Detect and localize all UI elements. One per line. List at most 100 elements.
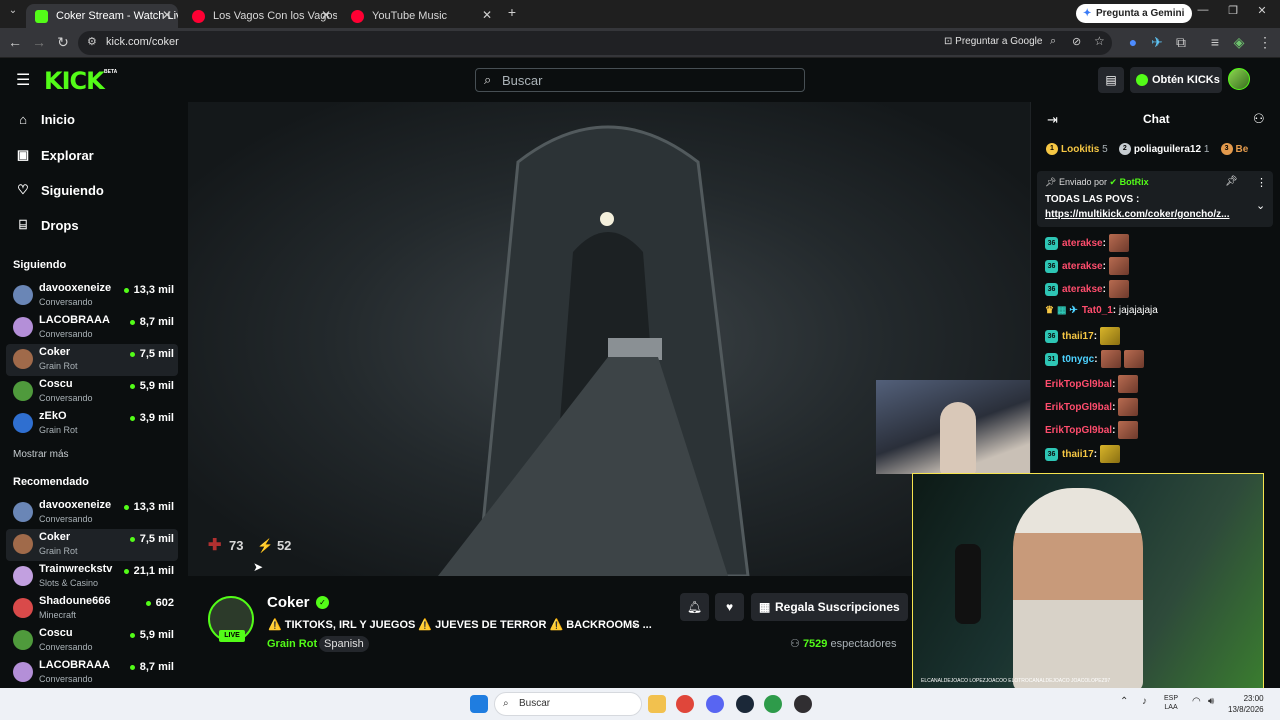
chat-users-icon[interactable]: ⚇ <box>1253 111 1265 127</box>
browser-menu-icon[interactable]: ⋮ <box>1256 34 1274 51</box>
chat-message[interactable]: ♛ ▦ ✈ Tat0_1: jajajajaja <box>1045 305 1158 316</box>
extension-icon[interactable]: ✈ <box>1148 34 1166 51</box>
tray-chevron-icon[interactable]: ⌃ <box>1120 696 1128 707</box>
search-input[interactable]: ⌕ Buscar <box>475 68 805 92</box>
close-window-icon[interactable]: ✕ <box>1253 4 1271 17</box>
leaderboard-entry[interactable]: 3 Be <box>1220 143 1248 155</box>
tab-youtube-music[interactable]: YouTube Music ✕ <box>342 4 498 28</box>
stream-category-link[interactable]: Grain Rot <box>267 638 317 650</box>
video-player[interactable] <box>188 102 1030 576</box>
sidebar-item-siguiendo[interactable]: ♡ Siguiendo <box>16 182 104 198</box>
chat-username[interactable]: ErikTopGl9bal <box>1045 425 1112 436</box>
close-tab-icon[interactable]: ✕ <box>162 8 172 22</box>
close-tab-icon[interactable]: ✕ <box>321 8 331 22</box>
follow-button[interactable]: ♥ <box>715 593 744 621</box>
recommended-channel-row[interactable]: Shadoune666 Minecraft 602 <box>6 593 178 625</box>
pinned-message[interactable]: 📌︎ Enviado por ✔ BotRix 📌︎ ⋮ TODAS LAS P… <box>1037 171 1273 227</box>
tab-los-vagos[interactable]: Los Vagos Con los Vagos (con L ✕ <box>183 4 337 28</box>
chat-message[interactable]: ErikTopGl9bal: <box>1045 375 1139 393</box>
forward-icon[interactable]: → <box>30 34 48 50</box>
following-channel-row[interactable]: LACOBRAAA Conversando 8,7 mil <box>6 312 178 344</box>
chat-username[interactable]: Tat0_1 <box>1082 305 1113 316</box>
steam-icon[interactable] <box>736 695 754 713</box>
leaderboard-entry[interactable]: 1 Lookitis 5 <box>1046 143 1110 155</box>
taskbar-search[interactable]: ⌕ Buscar <box>494 692 642 716</box>
leaderboard-entry[interactable]: 2 poliaguilera12 1 <box>1118 143 1212 155</box>
reload-icon[interactable]: ↻ <box>54 34 72 51</box>
address-bar[interactable]: ⚙ kick.com/coker ⊡ Preguntar a Google ⌕ … <box>78 31 1112 55</box>
discord-icon[interactable] <box>706 695 724 713</box>
sidebar-item-drops[interactable]: ⌸ Drops <box>16 217 78 233</box>
kick-logo[interactable]: KICK <box>44 67 105 95</box>
tab-coker[interactable]: Coker Stream - Watch Live on K ✕ <box>26 4 178 28</box>
chat-username[interactable]: ErikTopGl9bal <box>1045 402 1112 413</box>
chrome-icon[interactable] <box>676 695 694 713</box>
chat-message[interactable]: 36 thaii17: <box>1045 327 1121 345</box>
following-channel-row[interactable]: zEkO Grain Rot 3,9 mil <box>6 408 178 440</box>
chat-username[interactable]: thaii17 <box>1062 331 1094 342</box>
close-tab-icon[interactable]: ✕ <box>482 8 492 22</box>
chrome-active-icon[interactable] <box>764 695 782 713</box>
back-icon[interactable]: ← <box>6 34 24 50</box>
unpin-icon[interactable]: 📌︎ <box>1225 176 1238 187</box>
file-explorer-icon[interactable] <box>648 695 666 713</box>
new-tab-icon[interactable]: + <box>503 4 521 20</box>
extensions-puzzle-icon[interactable]: ⧉ <box>1172 34 1190 51</box>
streamer-name[interactable]: Coker <box>267 594 310 611</box>
clock[interactable]: 23:00 13/8/2026 <box>1228 693 1264 715</box>
recommended-channel-row[interactable]: LACOBRAAA Conversando 8,7 mil <box>6 657 178 689</box>
profile-shield-icon[interactable]: ◈ <box>1230 34 1248 51</box>
language-indicator[interactable]: ESP LAA <box>1164 694 1178 712</box>
tab-list-icon[interactable]: ⌄ <box>4 5 22 16</box>
chat-message[interactable]: 36 thaii17: <box>1045 445 1121 463</box>
pinned-link[interactable]: https://multikick.com/coker/goncho/z... <box>1045 209 1229 220</box>
bookmark-star-icon[interactable]: ☆ <box>1094 34 1105 48</box>
site-info-icon[interactable]: ⚙ <box>87 35 97 48</box>
url-text[interactable]: kick.com/coker <box>106 36 179 48</box>
following-channel-row-selected[interactable]: Coker Grain Rot 7,5 mil <box>6 344 178 376</box>
recommended-channel-row-selected[interactable]: Coker Grain Rot 7,5 mil <box>6 529 178 561</box>
recommended-channel-row[interactable]: Trainwreckstv Slots & Casino 21,1 mil <box>6 561 178 593</box>
following-channel-row[interactable]: Coscu Conversando 5,9 mil <box>6 376 178 408</box>
show-more-link[interactable]: Mostrar más <box>13 449 69 460</box>
collapse-chat-icon[interactable]: ⇥ <box>1047 112 1058 128</box>
gemini-button[interactable]: ✦ Pregunta a Gemini <box>1076 4 1193 23</box>
sidebar-item-explorar[interactable]: ▣ Explorar <box>16 147 94 163</box>
following-channel-row[interactable]: davooxeneize Conversando 13,3 mil <box>6 280 178 312</box>
notifications-button[interactable]: 🔔︎ <box>680 593 709 621</box>
gift-subscriptions-button[interactable]: ▦ Regala Suscripciones <box>751 593 908 621</box>
get-kicks-button[interactable]: Obtén KICKs <box>1130 67 1222 93</box>
chat-message[interactable]: 36 aterakse: <box>1045 280 1129 298</box>
pinned-menu-icon[interactable]: ⋮ <box>1256 176 1267 189</box>
eye-off-icon[interactable]: ⊘ <box>1072 35 1081 48</box>
sidebar-item-inicio[interactable]: ⌂ Inicio <box>16 112 75 127</box>
ask-google-button[interactable]: ⊡ Preguntar a Google <box>944 36 1042 47</box>
chat-message[interactable]: 36 aterakse: <box>1045 234 1129 252</box>
minimize-icon[interactable]: — <box>1194 4 1212 16</box>
extension-icon[interactable]: ● <box>1124 34 1142 50</box>
expand-title-icon[interactable]: ⌄ <box>630 617 639 630</box>
user-avatar[interactable] <box>1228 68 1250 90</box>
hamburger-menu-icon[interactable]: ☰ <box>16 70 30 90</box>
microphone-tray-icon[interactable]: ♪ <box>1142 696 1147 707</box>
chat-username[interactable]: aterakse <box>1062 284 1103 295</box>
chat-username[interactable]: thaii17 <box>1062 449 1094 460</box>
zoom-icon[interactable]: ⌕ <box>1050 35 1056 48</box>
wifi-icon[interactable]: ◠ <box>1192 696 1201 707</box>
recommended-channel-row[interactable]: davooxeneize Conversando 13,3 mil <box>6 497 178 529</box>
chat-message[interactable]: 31 t0nygc: <box>1045 350 1144 368</box>
chat-username[interactable]: t0nygc <box>1062 354 1094 365</box>
chat-message[interactable]: ErikTopGl9bal: <box>1045 398 1139 416</box>
language-tag[interactable]: Spanish <box>319 636 369 652</box>
chat-message[interactable]: ErikTopGl9bal: <box>1045 421 1139 439</box>
obs-icon[interactable] <box>794 695 812 713</box>
chat-username[interactable]: ErikTopGl9bal <box>1045 379 1112 390</box>
expand-pinned-icon[interactable]: ⌄ <box>1256 199 1265 212</box>
chat-username[interactable]: aterakse <box>1062 238 1103 249</box>
chat-message[interactable]: 36 aterakse: <box>1045 257 1129 275</box>
windows-start-icon[interactable] <box>470 695 488 713</box>
restore-icon[interactable]: ❐ <box>1224 4 1242 17</box>
recommended-channel-row[interactable]: Coscu Conversando 5,9 mil <box>6 625 178 657</box>
media-control-icon[interactable]: ≡ <box>1206 34 1224 50</box>
library-button[interactable]: ▤ <box>1098 67 1124 93</box>
